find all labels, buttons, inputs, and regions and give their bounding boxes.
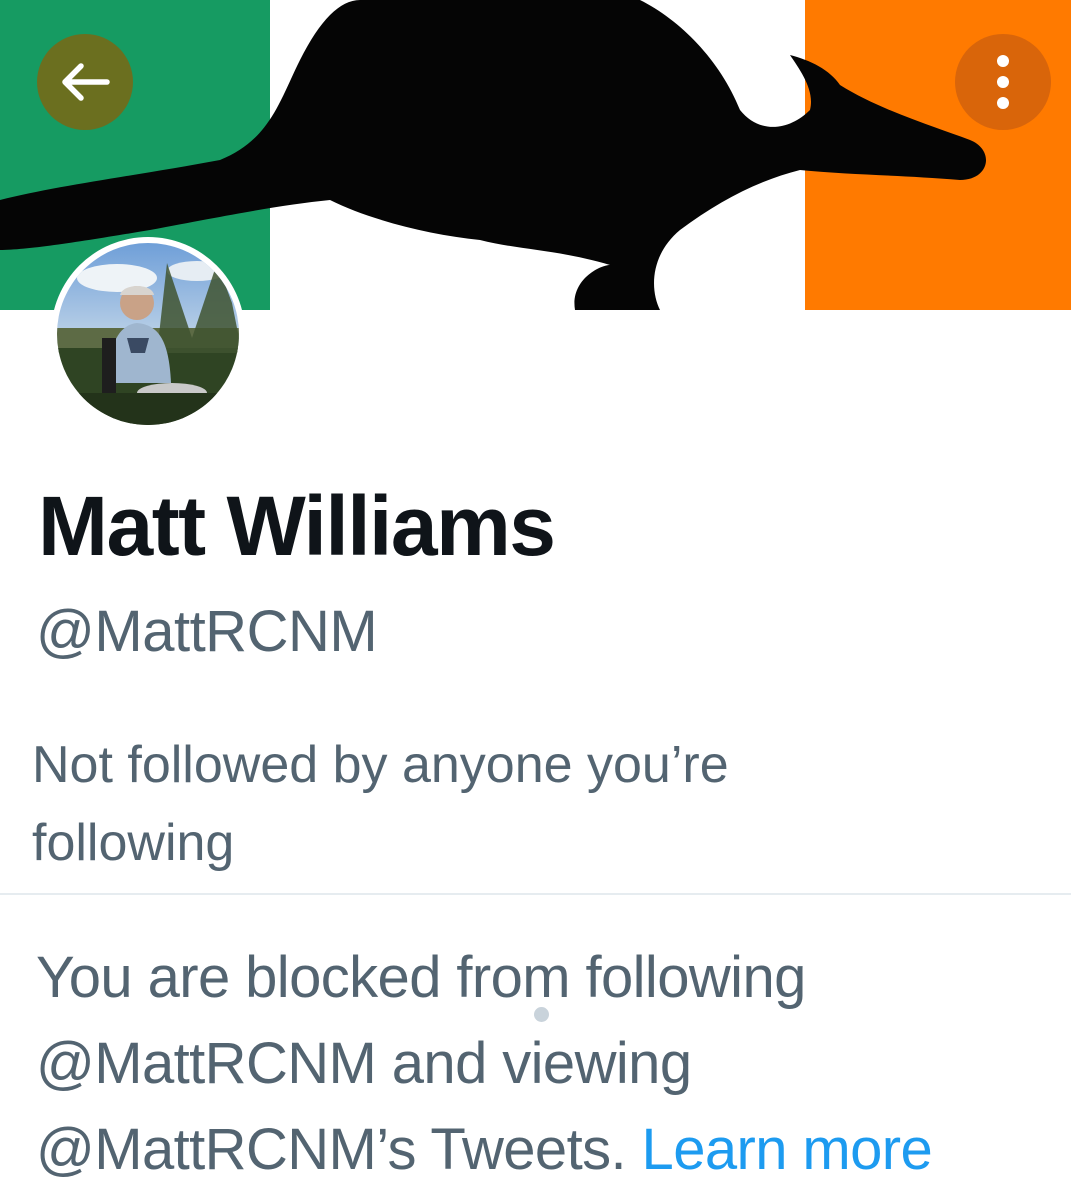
followers-you-know-note: Not followed by anyone you’re following bbox=[32, 736, 729, 872]
more-options-button[interactable] bbox=[955, 34, 1051, 130]
username-handle: @MattRCNM bbox=[36, 599, 378, 664]
blocked-line-2: @MattRCNM and viewing bbox=[36, 1031, 692, 1096]
blocked-message: You are blocked from following @MattRCNM… bbox=[36, 935, 1066, 1192]
blocked-line-3: @MattRCNM’s Tweets. bbox=[36, 1117, 627, 1182]
back-button[interactable] bbox=[37, 34, 133, 130]
avatar-photo bbox=[57, 243, 239, 425]
more-vertical-icon bbox=[997, 55, 1009, 109]
loading-dot bbox=[534, 1007, 549, 1022]
blocked-line-1: You are blocked from following bbox=[36, 945, 806, 1010]
profile-avatar[interactable] bbox=[51, 237, 245, 431]
section-divider bbox=[0, 893, 1071, 895]
display-name: Matt Williams bbox=[38, 479, 556, 573]
learn-more-link[interactable]: Learn more bbox=[642, 1117, 933, 1182]
arrow-left-icon bbox=[62, 63, 110, 101]
profile-page: Matt Williams @MattRCNM Not followed by … bbox=[0, 0, 1071, 1192]
